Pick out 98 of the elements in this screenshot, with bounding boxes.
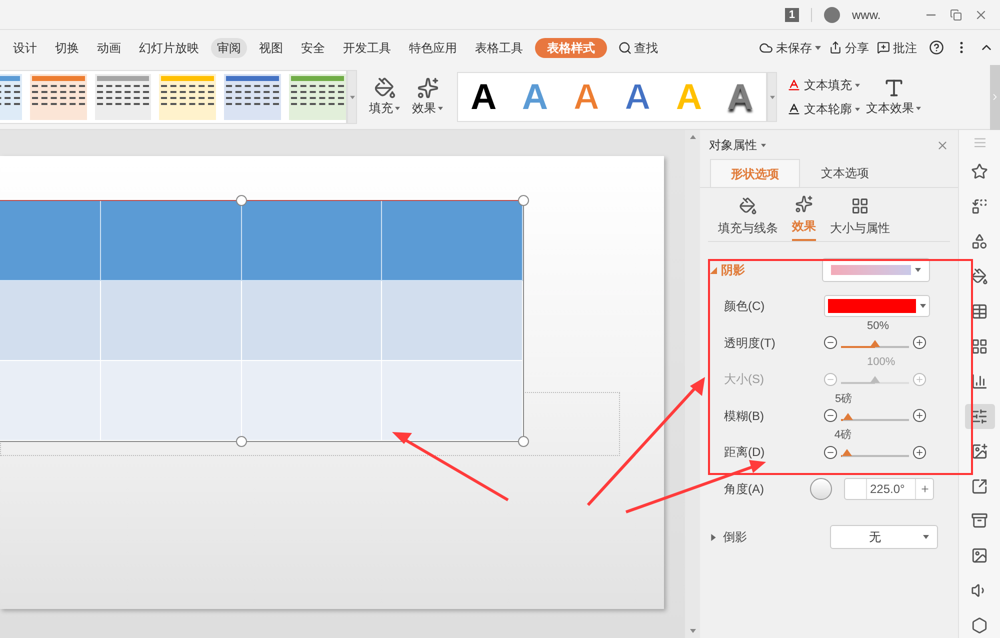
reflection-dropdown[interactable]: 无	[830, 525, 938, 549]
caret-icon	[916, 106, 921, 110]
text-fill-icon	[787, 78, 801, 92]
table-style-thumbnail[interactable]	[94, 74, 152, 120]
minus-icon[interactable]	[824, 446, 837, 459]
caret-icon	[923, 534, 929, 540]
restore-icon[interactable]	[950, 8, 962, 20]
angle-value: 225.0°	[869, 480, 906, 498]
account-name: www.	[852, 6, 882, 24]
search-button[interactable]: 查找	[618, 38, 658, 56]
scroll-up-icon[interactable]	[690, 134, 696, 140]
comment-icon	[877, 41, 890, 54]
help-icon[interactable]	[929, 40, 944, 55]
scroll-down-icon[interactable]	[690, 628, 696, 634]
effect-icon	[416, 77, 438, 99]
text-outline-button[interactable]: 文本轮廓	[787, 100, 860, 118]
text-fill-button[interactable]: 文本填充	[787, 76, 860, 94]
angle-input[interactable]: 225.0°	[844, 478, 934, 500]
panel-title: 对象属性	[709, 137, 757, 154]
close-icon[interactable]	[936, 138, 949, 152]
text-outline-icon	[787, 102, 801, 116]
menu-tab[interactable]: 开发工具	[337, 38, 397, 58]
save-status-button[interactable]: 未保存	[759, 38, 821, 56]
slider-reading: 50%	[867, 320, 890, 332]
slider-thumb[interactable]	[842, 449, 852, 456]
caret-icon	[770, 94, 774, 100]
wordart-style[interactable]: A	[614, 77, 661, 117]
expand-toggle-icon[interactable]	[710, 266, 717, 274]
property-label: 模糊(B)	[724, 408, 765, 425]
plus-icon[interactable]	[913, 336, 926, 350]
menu-tab[interactable]: 审阅	[211, 38, 247, 58]
angle-dial[interactable]	[810, 478, 832, 500]
effect-subtab[interactable]: 大小与属性	[830, 188, 890, 241]
caret-icon	[438, 106, 443, 110]
minus-icon[interactable]	[824, 409, 837, 422]
property-label: 大小(S)	[724, 371, 765, 388]
menu-tab[interactable]: 安全	[295, 38, 331, 58]
panel-tab[interactable]: 文本选项	[800, 159, 890, 187]
cloud-icon	[759, 40, 773, 54]
caret-icon	[395, 106, 400, 110]
grid-icon	[851, 197, 869, 215]
menu-tab[interactable]: 特色应用	[403, 38, 463, 58]
table-style-thumbnail[interactable]	[30, 74, 87, 120]
slider-thumb[interactable]	[842, 412, 853, 420]
resize-handle[interactable]	[236, 195, 247, 206]
section-header: 阴影	[721, 262, 745, 279]
plus-icon[interactable]	[913, 446, 926, 459]
search-icon	[618, 40, 632, 54]
avatar-icon	[824, 6, 840, 22]
shadow-preset-dropdown[interactable]	[822, 258, 930, 282]
menu-tab[interactable]: 设计	[7, 38, 43, 58]
resize-handle[interactable]	[236, 436, 247, 447]
wordart-style[interactable]: A	[460, 77, 507, 117]
fill-icon	[739, 197, 757, 215]
caret-icon	[761, 142, 766, 148]
table-style-thumbnail[interactable]	[289, 74, 346, 120]
caret-icon	[855, 106, 860, 112]
slider-thumb[interactable]	[870, 376, 880, 384]
fill-icon	[374, 77, 396, 99]
wordart-style[interactable]: A	[717, 77, 764, 117]
settings-icon[interactable]	[964, 404, 994, 429]
property-label: 角度(A)	[724, 480, 765, 498]
minus-icon[interactable]	[824, 336, 837, 350]
caret-icon	[350, 94, 354, 100]
comment-button[interactable]: 批注	[877, 38, 917, 56]
sparkle-icon	[795, 195, 813, 213]
menu-tab[interactable]: 表格工具	[469, 38, 529, 58]
share-icon	[829, 41, 842, 54]
property-label: 透明度(T)	[724, 334, 776, 352]
effect-button[interactable]: 效果	[412, 77, 443, 117]
menu-tab[interactable]: 幻灯片放映	[133, 38, 205, 58]
table-style-thumbnail[interactable]	[159, 74, 216, 120]
property-label: 颜色(C)	[724, 298, 766, 316]
fill-button[interactable]: 填充	[369, 77, 400, 117]
resize-handle[interactable]	[518, 195, 529, 206]
section-header: 倒影	[723, 529, 747, 546]
property-label: 距离(D)	[724, 444, 766, 462]
expand-toggle-icon[interactable]	[710, 534, 717, 540]
menu-tab[interactable]: 动画	[91, 38, 127, 58]
slider-reading: 4磅	[834, 429, 852, 442]
plus-icon[interactable]	[913, 409, 926, 422]
table-style-thumbnail[interactable]	[224, 74, 282, 120]
page-count-badge: 1	[784, 8, 799, 22]
caret-icon	[920, 303, 926, 310]
color-dropdown[interactable]	[824, 295, 930, 318]
menu-tab[interactable]: 视图	[253, 38, 289, 58]
caret-icon	[855, 82, 860, 88]
slider-reading: 5磅	[835, 392, 852, 405]
share-button[interactable]: 分享	[829, 38, 869, 56]
text-effect-button[interactable]: 文本效果	[866, 77, 921, 117]
effect-subtab[interactable]: 填充与线条	[718, 188, 778, 241]
slider-thumb[interactable]	[870, 340, 880, 347]
plus-icon[interactable]	[920, 484, 930, 494]
caret-icon	[915, 267, 921, 273]
caret-icon	[815, 44, 821, 50]
resize-handle[interactable]	[518, 436, 529, 447]
menu-tab[interactable]: 切换	[49, 38, 85, 58]
slider-reading: 100%	[867, 356, 896, 368]
